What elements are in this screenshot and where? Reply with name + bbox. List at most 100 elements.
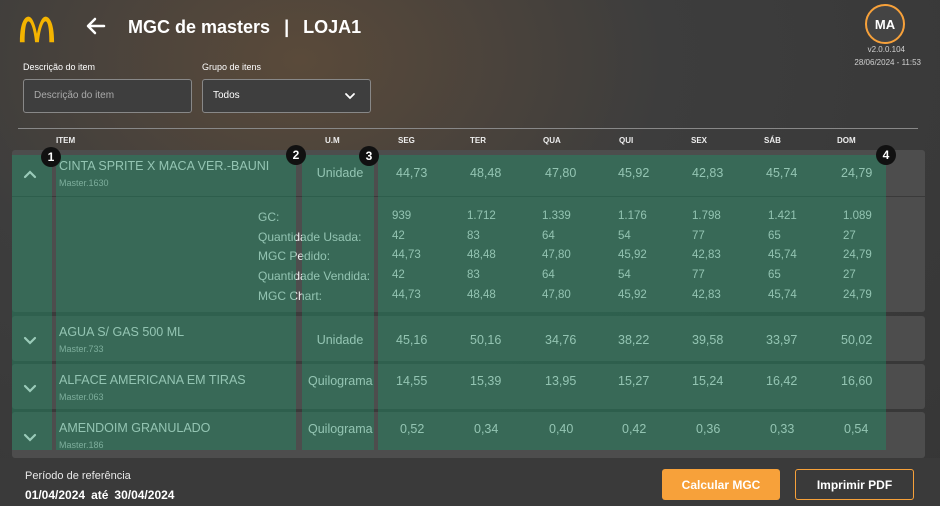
column-header-ter: TER xyxy=(470,136,486,145)
value-ter: 50,16 xyxy=(470,333,502,347)
chevron-up-icon[interactable] xyxy=(22,167,38,183)
detail-label-mgc-pedido: MGC Pedido: xyxy=(258,249,331,263)
column-header-um: U.M xyxy=(325,136,340,145)
page-title-text: MGC de masters xyxy=(128,17,271,37)
footer: Período de referência 01/04/2024 até 30/04… xyxy=(0,458,940,506)
group-select-value: Todos xyxy=(213,90,240,101)
detail-value: 65 xyxy=(768,230,781,242)
item-name: CINTA SPRITE X MACA VER.-BAUNI xyxy=(59,159,270,173)
value-sab: 33,97 xyxy=(766,333,798,347)
marker-2: 2 xyxy=(286,145,306,165)
group-select[interactable]: Todos xyxy=(202,79,371,113)
date-to: 30/04/2024 xyxy=(114,488,175,502)
arrow-left-icon[interactable] xyxy=(84,14,108,38)
detail-value: 64 xyxy=(542,230,555,242)
value-qua: 0,40 xyxy=(549,422,574,436)
detail-value: 47,80 xyxy=(542,249,571,261)
detail-value: 1.712 xyxy=(467,210,496,222)
marker-1: 1 xyxy=(41,147,61,167)
value-sex: 0,36 xyxy=(696,422,721,436)
marker-3: 3 xyxy=(359,146,379,166)
marker-4: 4 xyxy=(876,145,896,165)
detail-value: 48,48 xyxy=(467,289,496,301)
value-sex: 15,24 xyxy=(692,374,724,388)
item-name: AGUA S/ GAS 500 ML xyxy=(59,325,185,339)
chevron-down-icon xyxy=(345,93,355,100)
detail-value: 1.798 xyxy=(692,210,721,222)
value-sab: 0,33 xyxy=(770,422,795,436)
print-pdf-button[interactable]: Imprimir PDF xyxy=(795,469,914,500)
value-dom: 50,02 xyxy=(841,333,873,347)
table-row[interactable]: AGUA S/ GAS 500 ML Master.733 Unidade 45… xyxy=(12,316,925,361)
value-qua: 13,95 xyxy=(545,374,577,388)
value-dom: 16,60 xyxy=(841,374,873,388)
column-header-seg: SEG xyxy=(398,136,415,145)
detail-value: 54 xyxy=(618,230,631,242)
column-header-item: ITEM xyxy=(56,136,76,145)
value-seg: 14,55 xyxy=(396,374,428,388)
column-header-sab: SÁB xyxy=(764,136,781,145)
detail-value: 27 xyxy=(843,269,856,281)
date-from: 01/04/2024 xyxy=(25,488,86,502)
detail-value: 83 xyxy=(467,269,480,281)
column-header-dom: DOM xyxy=(837,136,856,145)
detail-value: 42 xyxy=(392,269,405,281)
description-filter-label: Descrição do item xyxy=(23,62,96,72)
detail-value: 42,83 xyxy=(692,289,721,301)
detail-value: 24,79 xyxy=(843,289,872,301)
detail-label-quantidade-usada: Quantidade Usada: xyxy=(258,230,362,244)
detail-value: 64 xyxy=(542,269,555,281)
detail-value: 77 xyxy=(692,230,705,242)
mcdonalds-logo xyxy=(19,16,55,43)
detail-value: 44,73 xyxy=(392,249,421,261)
detail-value: 54 xyxy=(618,269,631,281)
value-ter: 15,39 xyxy=(470,374,502,388)
detail-value: 27 xyxy=(843,230,856,242)
value-dom: 24,79 xyxy=(841,166,873,180)
value-dom: 0,54 xyxy=(844,422,869,436)
detail-value: 1.339 xyxy=(542,210,571,222)
value-seg: 0,52 xyxy=(400,422,425,436)
reference-period-dates: 01/04/2024 até 30/04/2024 xyxy=(25,488,174,502)
value-sex: 39,58 xyxy=(692,333,724,347)
detail-label-quantidade-vendida: Quantidade Vendida: xyxy=(258,269,371,283)
chevron-down-icon[interactable] xyxy=(22,380,38,396)
value-sab: 16,42 xyxy=(766,374,798,388)
detail-value: 47,80 xyxy=(542,289,571,301)
detail-value: 24,79 xyxy=(843,249,872,261)
item-um: Unidade xyxy=(316,333,364,347)
value-seg: 45,16 xyxy=(396,333,428,347)
detail-value: 45,92 xyxy=(618,249,647,261)
value-qua: 47,80 xyxy=(545,166,577,180)
table-row[interactable]: CINTA SPRITE X MACA VER.-BAUNI Master.16… xyxy=(12,150,925,312)
calculate-mgc-button[interactable]: Calcular MGC xyxy=(662,469,780,500)
chevron-down-icon[interactable] xyxy=(22,429,38,445)
value-sab: 45,74 xyxy=(766,166,798,180)
value-qui: 0,42 xyxy=(622,422,647,436)
detail-value: 65 xyxy=(768,269,781,281)
avatar[interactable]: MA xyxy=(865,4,905,44)
detail-value: 44,73 xyxy=(392,289,421,301)
value-seg: 44,73 xyxy=(396,166,428,180)
detail-value: 77 xyxy=(692,269,705,281)
column-header-qua: QUA xyxy=(543,136,561,145)
item-um: Quilograma xyxy=(308,374,373,388)
table-row[interactable]: ALFACE AMERICANA EM TIRAS Master.063 Qui… xyxy=(12,364,925,409)
item-code: Master.063 xyxy=(59,392,104,402)
item-code: Master.1630 xyxy=(59,178,109,188)
chevron-down-icon[interactable] xyxy=(22,332,38,348)
item-code: Master.186 xyxy=(59,440,104,450)
detail-value: 48,48 xyxy=(467,249,496,261)
page-title: MGC de masters | LOJA1 xyxy=(128,17,361,38)
description-search-input[interactable]: Descrição do item xyxy=(23,79,192,113)
item-um: Quilograma xyxy=(308,422,373,436)
app-version: v2.0.0.104 xyxy=(867,45,905,54)
title-separator: | xyxy=(284,17,290,37)
table-row[interactable]: AMENDOIM GRANULADO Master.186 Quilograma… xyxy=(12,412,925,458)
detail-value: 83 xyxy=(467,230,480,242)
item-um: Unidade xyxy=(316,166,364,180)
date-until: até xyxy=(91,488,109,502)
detail-value: 42 xyxy=(392,230,405,242)
row-divider xyxy=(12,196,925,197)
value-ter: 48,48 xyxy=(470,166,502,180)
